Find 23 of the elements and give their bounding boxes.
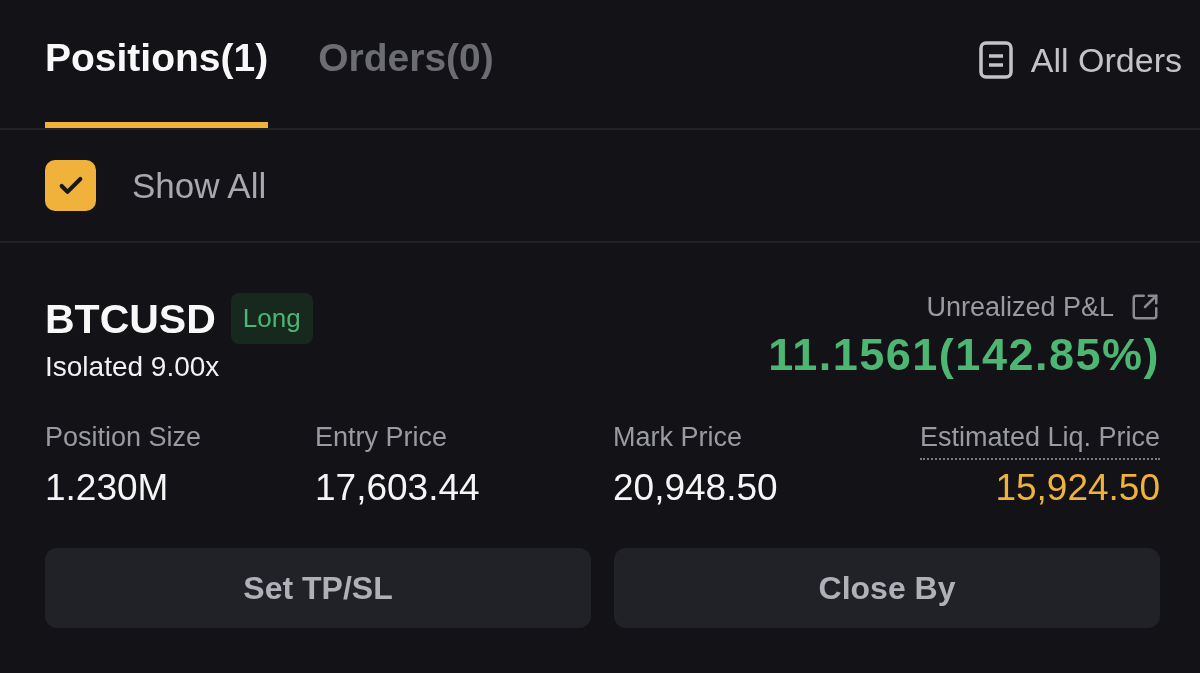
side-tag: Long <box>230 293 313 344</box>
all-orders-link[interactable]: All Orders <box>978 40 1182 80</box>
stat-label: Position Size <box>45 421 202 454</box>
checkbox[interactable] <box>45 160 96 211</box>
action-button[interactable]: Set TP/SL <box>45 548 591 628</box>
all-orders-label: All Orders <box>1030 40 1182 80</box>
tab[interactable]: Orders(0) <box>318 0 494 128</box>
stat-label: Estimated Liq. Price <box>919 420 1160 460</box>
pnl-label: Unrealized P&L <box>926 291 1114 324</box>
tab[interactable]: Positions(1) <box>45 0 269 128</box>
document-icon <box>978 41 1013 79</box>
stat-label: Mark Price <box>613 421 742 454</box>
stat-label: Entry Price <box>315 421 448 454</box>
stat-value: 20,948.50 <box>613 466 778 510</box>
filter-label: Show All <box>132 164 267 207</box>
pnl-value: 11.1561(142.85%) <box>768 328 1160 382</box>
stat-value: 15,924.50 <box>995 466 1160 510</box>
stat-value: 1.230M <box>45 466 169 510</box>
action-button[interactable]: Close By <box>614 548 1160 628</box>
symbol: BTCUSD <box>45 294 216 344</box>
margin-mode: Isolated 9.00x <box>45 350 221 384</box>
stat-value: 17,603.44 <box>315 466 480 510</box>
external-link-icon[interactable] <box>1130 292 1160 322</box>
